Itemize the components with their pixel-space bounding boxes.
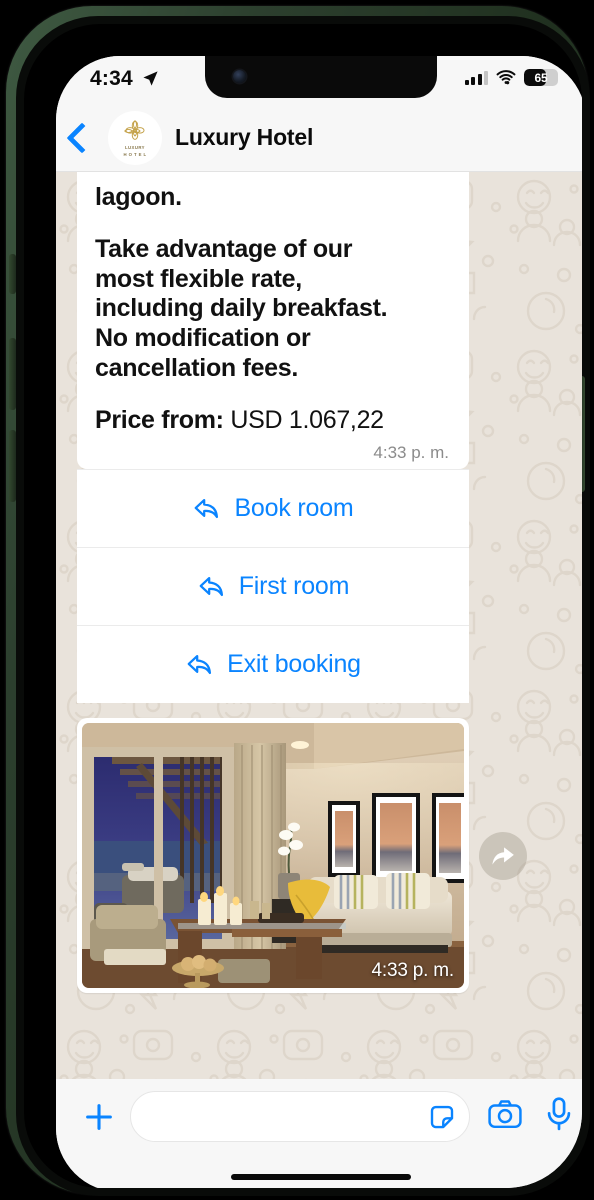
camera-icon	[488, 1100, 522, 1129]
volume-down-button[interactable]	[9, 430, 16, 502]
message-input[interactable]	[149, 1092, 423, 1143]
plus-icon	[86, 1104, 112, 1130]
quick-reply-exit-booking[interactable]: Exit booking	[77, 625, 469, 703]
screenshot-root: 4:34 65 LUXURY H O T E L Luxury Hotel la…	[0, 0, 594, 1200]
suite-illustration	[82, 723, 464, 989]
status-bar-indicators: 65	[464, 69, 558, 86]
phone-screen: 4:34 65 LUXURY H O T E L Luxury Hotel la…	[56, 56, 582, 1188]
chat-header: LUXURY H O T E L Luxury Hotel	[56, 104, 582, 172]
reply-arrow-icon	[199, 577, 223, 597]
voice-message-button[interactable]	[546, 1097, 572, 1136]
price-value: USD 1.067,22	[230, 405, 384, 434]
message-line: including daily breakfast.	[95, 294, 388, 323]
wifi-icon	[496, 70, 516, 85]
battery-level-label: 65	[534, 70, 548, 85]
back-button[interactable]	[56, 121, 108, 154]
quick-reply-label: Book room	[234, 494, 354, 523]
message-bubble-image[interactable]: 4:33 p. m.	[77, 718, 469, 994]
attach-button[interactable]	[78, 1096, 120, 1138]
message-timestamp: 4:33 p. m.	[373, 443, 449, 463]
phone-frame: 4:34 65 LUXURY H O T E L Luxury Hotel la…	[6, 6, 590, 1196]
location-arrow-icon	[142, 70, 159, 92]
sticker-icon	[430, 1105, 454, 1129]
message-paragraph-1: lagoon.	[95, 183, 451, 213]
status-bar-time: 4:34	[90, 67, 133, 90]
volume-up-button[interactable]	[9, 338, 16, 410]
avatar-brand-primary: LUXURY	[125, 145, 145, 151]
home-indicator	[231, 1174, 411, 1180]
message-line: Take advantage of our	[95, 234, 353, 263]
camera-button[interactable]	[488, 1099, 522, 1134]
image-timestamp: 4:33 p. m.	[371, 960, 455, 982]
price-row: Price from: USD 1.067,22	[95, 406, 451, 436]
sticker-button[interactable]	[427, 1102, 457, 1132]
message-line: cancellation fees.	[95, 353, 299, 382]
hotel-flower-logo	[124, 120, 145, 141]
avatar-brand-secondary: H O T E L	[123, 151, 147, 157]
message-bubble-text[interactable]: lagoon. Take advantage of our most flexi…	[77, 171, 469, 470]
back-chevron-icon	[66, 121, 98, 154]
reply-arrow-icon	[195, 499, 219, 519]
chat-message-list[interactable]: lagoon. Take advantage of our most flexi…	[56, 171, 582, 1079]
message-input-container[interactable]	[130, 1091, 470, 1143]
front-camera-icon	[233, 70, 246, 83]
reply-arrow-icon	[187, 655, 212, 675]
quick-reply-label: First room	[238, 572, 350, 601]
quick-reply-label: Exit booking	[227, 650, 361, 679]
quick-reply-button-list: Book room First room Exit booking	[77, 469, 469, 704]
microphone-icon	[547, 1097, 571, 1131]
message-paragraph-2: Take advantage of our most flexible rate…	[95, 235, 451, 384]
message-line: No modification or	[95, 324, 311, 352]
quick-reply-book-room[interactable]: Book room	[77, 469, 469, 547]
price-label: Price from:	[95, 405, 224, 434]
mute-switch[interactable]	[9, 254, 16, 294]
forward-arrow-icon	[492, 847, 514, 865]
hotel-suite-photo: 4:33 p. m.	[82, 723, 464, 989]
message-line: lagoon.	[95, 183, 182, 211]
device-notch	[205, 56, 437, 98]
cellular-signal-icon	[464, 70, 488, 85]
avatar[interactable]: LUXURY H O T E L	[108, 110, 162, 165]
message-line: most flexible rate,	[95, 264, 302, 293]
quick-reply-first-room[interactable]: First room	[77, 547, 469, 625]
battery-icon: 65	[524, 69, 558, 86]
phone-bezel: 4:34 65 LUXURY H O T E L Luxury Hotel la…	[24, 24, 582, 1188]
chat-title[interactable]: Luxury Hotel	[175, 124, 313, 151]
message-composer-bar	[56, 1079, 582, 1188]
forward-message-button[interactable]	[479, 831, 527, 880]
